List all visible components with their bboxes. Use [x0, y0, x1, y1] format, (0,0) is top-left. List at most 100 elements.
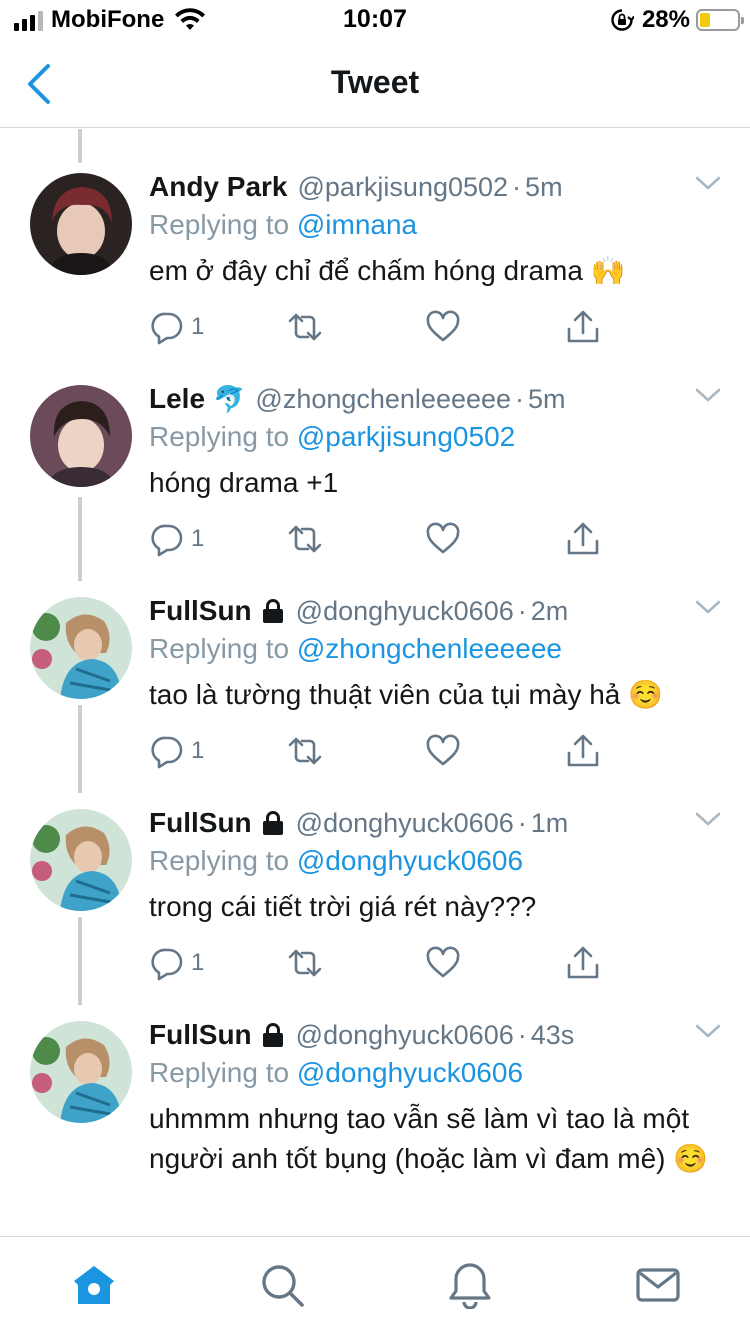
- user-handle[interactable]: @donghyuck0606: [296, 808, 514, 839]
- home-icon: [74, 1266, 114, 1304]
- reply-count: 1: [191, 525, 205, 552]
- replying-to: Replying to @donghyuck0606: [149, 845, 726, 881]
- tweet[interactable]: FullSun @donghyuck0606 · 2m Replying to …: [0, 553, 750, 769]
- display-name[interactable]: Andy Park: [149, 171, 288, 203]
- like-button[interactable]: [425, 521, 461, 557]
- tweet-text: tao là tường thuật viên của tụi mày hả ☺…: [149, 679, 664, 710]
- tweet-body: FullSun @donghyuck0606 · 1m Replying to …: [149, 805, 726, 927]
- retweet-button[interactable]: [287, 733, 323, 769]
- user-handle[interactable]: @donghyuck0606: [296, 596, 514, 627]
- chevron-down-icon[interactable]: [694, 173, 722, 193]
- reply-count: 1: [191, 949, 205, 976]
- retweet-button[interactable]: [287, 309, 323, 345]
- notifications-icon: [449, 1263, 491, 1310]
- tweet-time: 2m: [530, 595, 569, 626]
- replying-to-label: Replying to: [149, 845, 290, 876]
- replying-to-label: Replying to: [149, 633, 290, 664]
- replying-to: Replying to @zhongchenleeeeee: [149, 633, 726, 669]
- tab-messages[interactable]: [634, 1261, 682, 1309]
- tweet-body: FullSun @donghyuck0606 · 43s Replying to…: [149, 1017, 726, 1179]
- chevron-down-icon[interactable]: [694, 1021, 722, 1041]
- battery-fill: [700, 13, 710, 27]
- heart-icon: [426, 946, 460, 978]
- display-name[interactable]: Lele: [149, 383, 205, 415]
- tweet-body: FullSun @donghyuck0606 · 2m Replying to …: [149, 593, 726, 715]
- like-button[interactable]: [425, 309, 461, 345]
- dolphin-emoji: 🐬: [213, 383, 246, 414]
- reply-icon: [151, 524, 183, 557]
- share-icon: [567, 734, 599, 767]
- replying-to-mention[interactable]: @donghyuck0606: [297, 1057, 523, 1088]
- tweet-text: hóng drama +1: [149, 467, 339, 498]
- tweet-header: Andy Park @parkjisung0502 · 5m: [149, 169, 726, 205]
- reply-icon: [151, 948, 183, 981]
- avatar[interactable]: [30, 809, 132, 911]
- separator-dot: ·: [517, 1019, 527, 1050]
- reply-count: 1: [191, 313, 205, 340]
- nav-bar: Tweet: [0, 40, 750, 128]
- page-title: Tweet: [330, 64, 420, 100]
- heart-icon: [426, 734, 460, 766]
- tweet-header: FullSun @donghyuck0606 · 1m: [149, 805, 726, 841]
- share-button[interactable]: [565, 945, 601, 981]
- search-icon: [262, 1265, 304, 1307]
- user-handle[interactable]: @parkjisung0502: [298, 172, 509, 203]
- share-icon: [567, 522, 599, 555]
- replying-to-mention[interactable]: @donghyuck0606: [297, 845, 523, 876]
- retweet-icon: [288, 949, 322, 977]
- replying-to-label: Replying to: [149, 1057, 290, 1088]
- heart-icon: [426, 310, 460, 342]
- chevron-down-icon[interactable]: [694, 385, 722, 405]
- reply-icon: [151, 312, 183, 345]
- avatar[interactable]: [30, 597, 132, 699]
- chevron-down-icon[interactable]: [694, 809, 722, 829]
- avatar[interactable]: [30, 385, 132, 487]
- tab-notifications[interactable]: [446, 1261, 494, 1310]
- user-handle[interactable]: @donghyuck0606: [296, 1020, 514, 1051]
- replying-to: Replying to @parkjisung0502: [149, 421, 726, 457]
- share-button[interactable]: [565, 309, 601, 345]
- replying-to-mention[interactable]: @zhongchenleeeeee: [297, 633, 562, 664]
- replying-to-mention[interactable]: @imnana: [297, 209, 417, 240]
- tweet[interactable]: Lele 🐬 @zhongchenleeeeee · 5m Replying t…: [0, 341, 750, 557]
- separator-dot: ·: [515, 383, 525, 414]
- separator-dot: ·: [517, 595, 527, 626]
- avatar[interactable]: [30, 1021, 132, 1123]
- display-name[interactable]: FullSun: [149, 807, 252, 839]
- tweet[interactable]: FullSun @donghyuck0606 · 43s Replying to…: [0, 977, 750, 1189]
- share-icon: [567, 946, 599, 979]
- tab-home[interactable]: [70, 1261, 118, 1309]
- tweet-text: trong cái tiết trời giá rét này???: [149, 891, 537, 922]
- display-name[interactable]: FullSun: [149, 1019, 252, 1051]
- display-name[interactable]: FullSun: [149, 595, 252, 627]
- battery-icon: [696, 9, 744, 31]
- tweet-time: 43s: [530, 1019, 575, 1050]
- reply-count: 1: [191, 737, 205, 764]
- chevron-down-icon[interactable]: [694, 597, 722, 617]
- tweet-header: Lele 🐬 @zhongchenleeeeee · 5m: [149, 381, 726, 417]
- battery-percent: 28%: [641, 6, 690, 33]
- retweet-icon: [288, 525, 322, 553]
- tweet[interactable]: Andy Park @parkjisung0502 · 5m Replying …: [0, 129, 750, 345]
- retweet-button[interactable]: [287, 521, 323, 557]
- share-button[interactable]: [565, 733, 601, 769]
- avatar[interactable]: [30, 173, 132, 275]
- like-button[interactable]: [425, 945, 461, 981]
- tweet[interactable]: FullSun @donghyuck0606 · 1m Replying to …: [0, 765, 750, 981]
- status-bar: MobiFone 10:07 28%: [0, 0, 750, 40]
- retweet-button[interactable]: [287, 945, 323, 981]
- like-button[interactable]: [425, 733, 461, 769]
- reply-button[interactable]: 1: [149, 521, 204, 557]
- retweet-icon: [288, 313, 322, 341]
- tab-search[interactable]: [258, 1261, 306, 1309]
- replying-to-mention[interactable]: @parkjisung0502: [297, 421, 515, 452]
- user-handle[interactable]: @zhongchenleeeeee: [255, 384, 511, 415]
- status-right: 28%: [610, 6, 744, 34]
- separator-dot: ·: [517, 807, 527, 838]
- reply-button[interactable]: 1: [149, 945, 204, 981]
- share-button[interactable]: [565, 521, 601, 557]
- replying-to-label: Replying to: [149, 209, 290, 240]
- reply-button[interactable]: 1: [149, 733, 204, 769]
- tweet-time: 1m: [530, 807, 569, 838]
- reply-button[interactable]: 1: [149, 309, 204, 345]
